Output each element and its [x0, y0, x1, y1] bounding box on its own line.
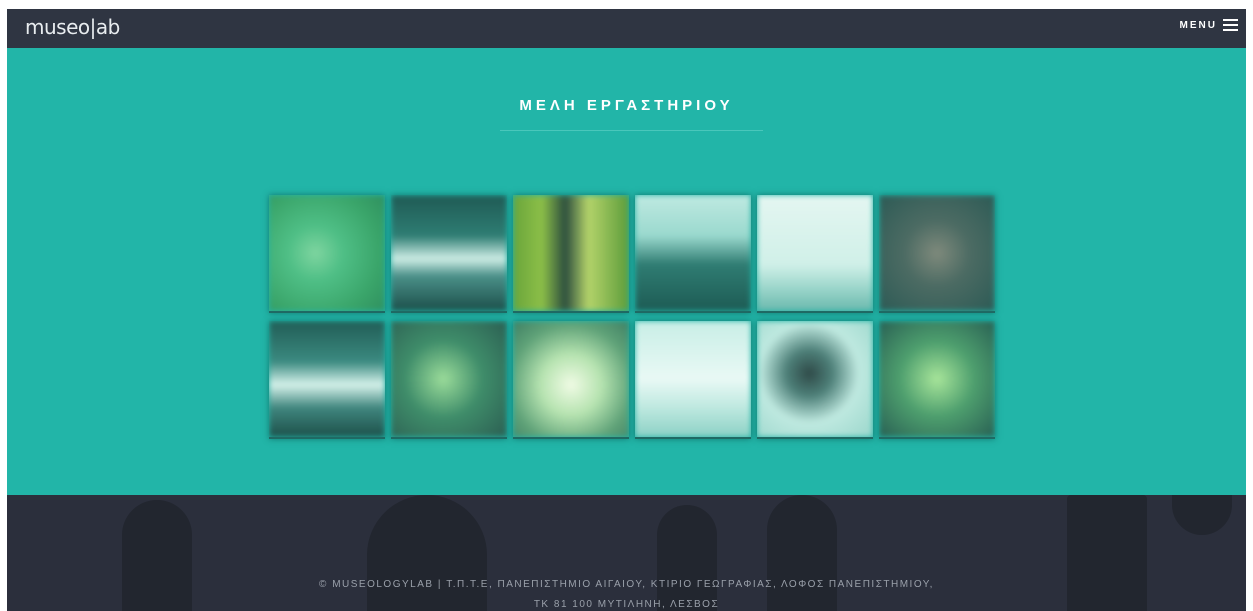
member-photo-10[interactable]: [635, 321, 751, 439]
top-navbar: museo|ab MENU: [7, 9, 1246, 48]
member-photo-8[interactable]: [391, 321, 507, 439]
page: museo|ab MENU ΜΕΛΗ ΕΡΓΑΣΤΗΡΙΟΥ © MUSEOLO…: [7, 9, 1246, 611]
footer-line-2: ΤΚ 81 100 ΜΥΤΙΛΗΝΗ, ΛΕΣΒΟΣ: [533, 599, 720, 610]
title-divider: [500, 130, 763, 131]
footer: © MUSEOLOGYLAB | Τ.Π.Τ.Ε, ΠΑΝΕΠΙΣΤΗΜΙΟ Α…: [7, 495, 1246, 611]
menu-button[interactable]: MENU: [1180, 19, 1238, 31]
member-photo-4[interactable]: [635, 195, 751, 313]
member-photo-12[interactable]: [879, 321, 995, 439]
museolab-logo[interactable]: museo|ab: [25, 15, 120, 39]
footer-address: © MUSEOLOGYLAB | Τ.Π.Τ.Ε, ΠΑΝΕΠΙΣΤΗΜΙΟ Α…: [7, 575, 1246, 611]
footer-line-1: © MUSEOLOGYLAB | Τ.Π.Τ.Ε, ΠΑΝΕΠΙΣΤΗΜΙΟ Α…: [319, 579, 934, 590]
member-photo-6[interactable]: [879, 195, 995, 313]
member-photo-3[interactable]: [513, 195, 629, 313]
member-photo-2[interactable]: [391, 195, 507, 313]
member-photo-9[interactable]: [513, 321, 629, 439]
member-photo-1[interactable]: [269, 195, 385, 313]
footer-silhouette: [1172, 495, 1232, 535]
members-section: ΜΕΛΗ ΕΡΓΑΣΤΗΡΙΟΥ: [7, 48, 1246, 495]
member-photo-11[interactable]: [757, 321, 873, 439]
menu-label: MENU: [1179, 19, 1217, 31]
hamburger-icon: [1223, 19, 1238, 31]
member-photo-5[interactable]: [757, 195, 873, 313]
members-grid: [269, 195, 995, 439]
member-photo-7[interactable]: [269, 321, 385, 439]
page-title: ΜΕΛΗ ΕΡΓΑΣΤΗΡΙΟΥ: [519, 97, 734, 114]
